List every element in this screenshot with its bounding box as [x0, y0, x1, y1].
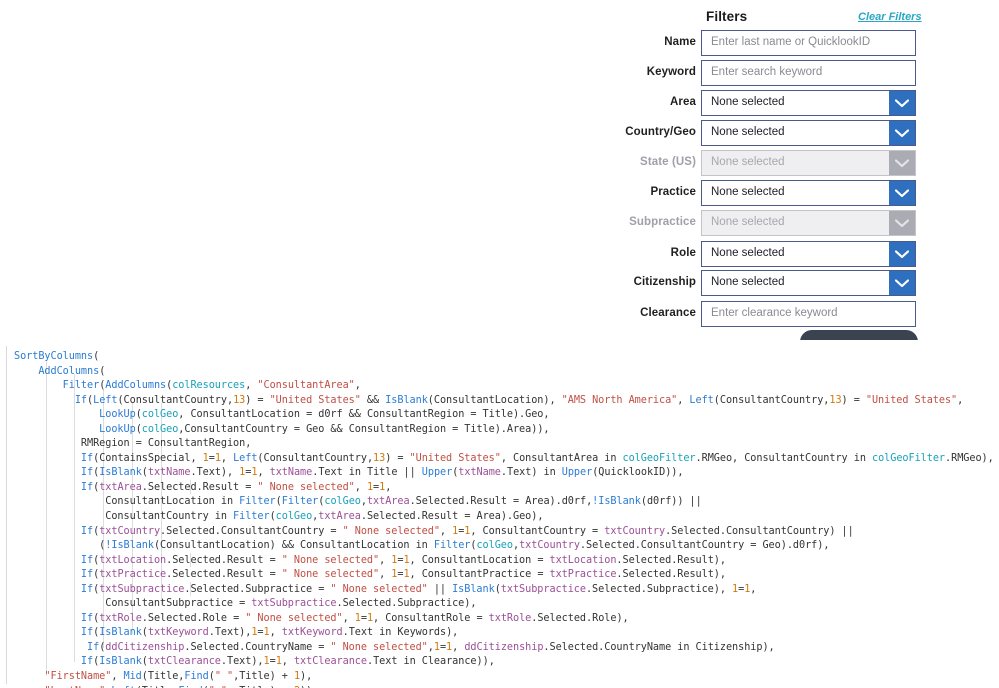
clear-filters-link[interactable]: Clear Filters	[858, 11, 922, 23]
subpractice-dropdown: None selected	[701, 210, 916, 236]
state-us-dropdown-value: None selected	[711, 156, 785, 168]
formula-code-block: SortByColumns( AddColumns( Filter(AddCol…	[0, 340, 999, 688]
filter-row-name: Name Enter last name or QuicklookID	[620, 30, 999, 60]
filter-label-subpractice: Subpractice	[629, 216, 696, 228]
chevron-down-icon[interactable]	[889, 181, 915, 205]
area-dropdown[interactable]: None selected	[701, 90, 916, 116]
filter-label-keyword: Keyword	[646, 66, 696, 78]
code-text: SortByColumns( AddColumns( Filter(AddCol…	[14, 351, 994, 688]
name-input[interactable]: Enter last name or QuicklookID	[701, 30, 916, 56]
state-us-dropdown: None selected	[701, 150, 916, 176]
chevron-down-icon[interactable]	[889, 121, 915, 145]
practice-dropdown[interactable]: None selected	[701, 180, 916, 206]
filter-row-state-us: State (US) None selected	[620, 150, 999, 180]
chevron-down-icon[interactable]	[889, 271, 915, 295]
page-title: Filters	[706, 9, 748, 24]
citizenship-dropdown-value: None selected	[711, 276, 785, 288]
country-geo-dropdown-value: None selected	[711, 126, 785, 138]
filter-row-keyword: Keyword Enter search keyword	[620, 60, 999, 90]
area-dropdown-value: None selected	[711, 96, 785, 108]
filter-label-role: Role	[670, 247, 696, 259]
filter-label-state-us: State (US)	[640, 156, 696, 168]
subpractice-dropdown-value: None selected	[711, 216, 785, 228]
keyword-input[interactable]: Enter search keyword	[701, 60, 916, 86]
name-input-placeholder: Enter last name or QuicklookID	[711, 36, 871, 48]
chevron-down-icon	[889, 211, 915, 235]
filter-row-country-geo: Country/Geo None selected	[620, 120, 999, 150]
chevron-down-icon[interactable]	[889, 242, 915, 266]
filter-row-citizenship: Citizenship None selected	[620, 270, 999, 300]
filters-panel: Filters Clear Filters Name Enter last na…	[620, 0, 999, 340]
role-dropdown[interactable]: None selected	[701, 241, 916, 267]
role-dropdown-value: None selected	[711, 247, 785, 259]
filter-label-clearance: Clearance	[640, 307, 696, 319]
filter-row-practice: Practice None selected	[620, 180, 999, 210]
app-screenshot: Filters Clear Filters Name Enter last na…	[0, 0, 999, 688]
keyword-input-placeholder: Enter search keyword	[711, 66, 823, 78]
filter-label-practice: Practice	[650, 186, 696, 198]
filter-row-role: Role None selected	[620, 241, 999, 271]
country-geo-dropdown[interactable]: None selected	[701, 120, 916, 146]
clearance-input[interactable]: Enter clearance keyword	[701, 301, 916, 327]
clearance-input-placeholder: Enter clearance keyword	[711, 307, 838, 319]
practice-dropdown-value: None selected	[711, 186, 785, 198]
chevron-down-icon[interactable]	[889, 91, 915, 115]
filter-label-country-geo: Country/Geo	[625, 126, 696, 138]
code-left-rule	[6, 346, 7, 684]
filter-row-subpractice: Subpractice None selected	[620, 210, 999, 240]
filter-row-clearance: Clearance Enter clearance keyword	[620, 301, 999, 331]
filter-label-name: Name	[664, 36, 696, 48]
search-button[interactable]	[800, 330, 918, 340]
filter-label-area: Area	[670, 96, 696, 108]
filter-row-area: Area None selected	[620, 90, 999, 120]
citizenship-dropdown[interactable]: None selected	[701, 270, 916, 296]
chevron-down-icon	[889, 151, 915, 175]
filter-label-citizenship: Citizenship	[633, 276, 696, 288]
filters-header: Filters Clear Filters	[620, 9, 999, 31]
